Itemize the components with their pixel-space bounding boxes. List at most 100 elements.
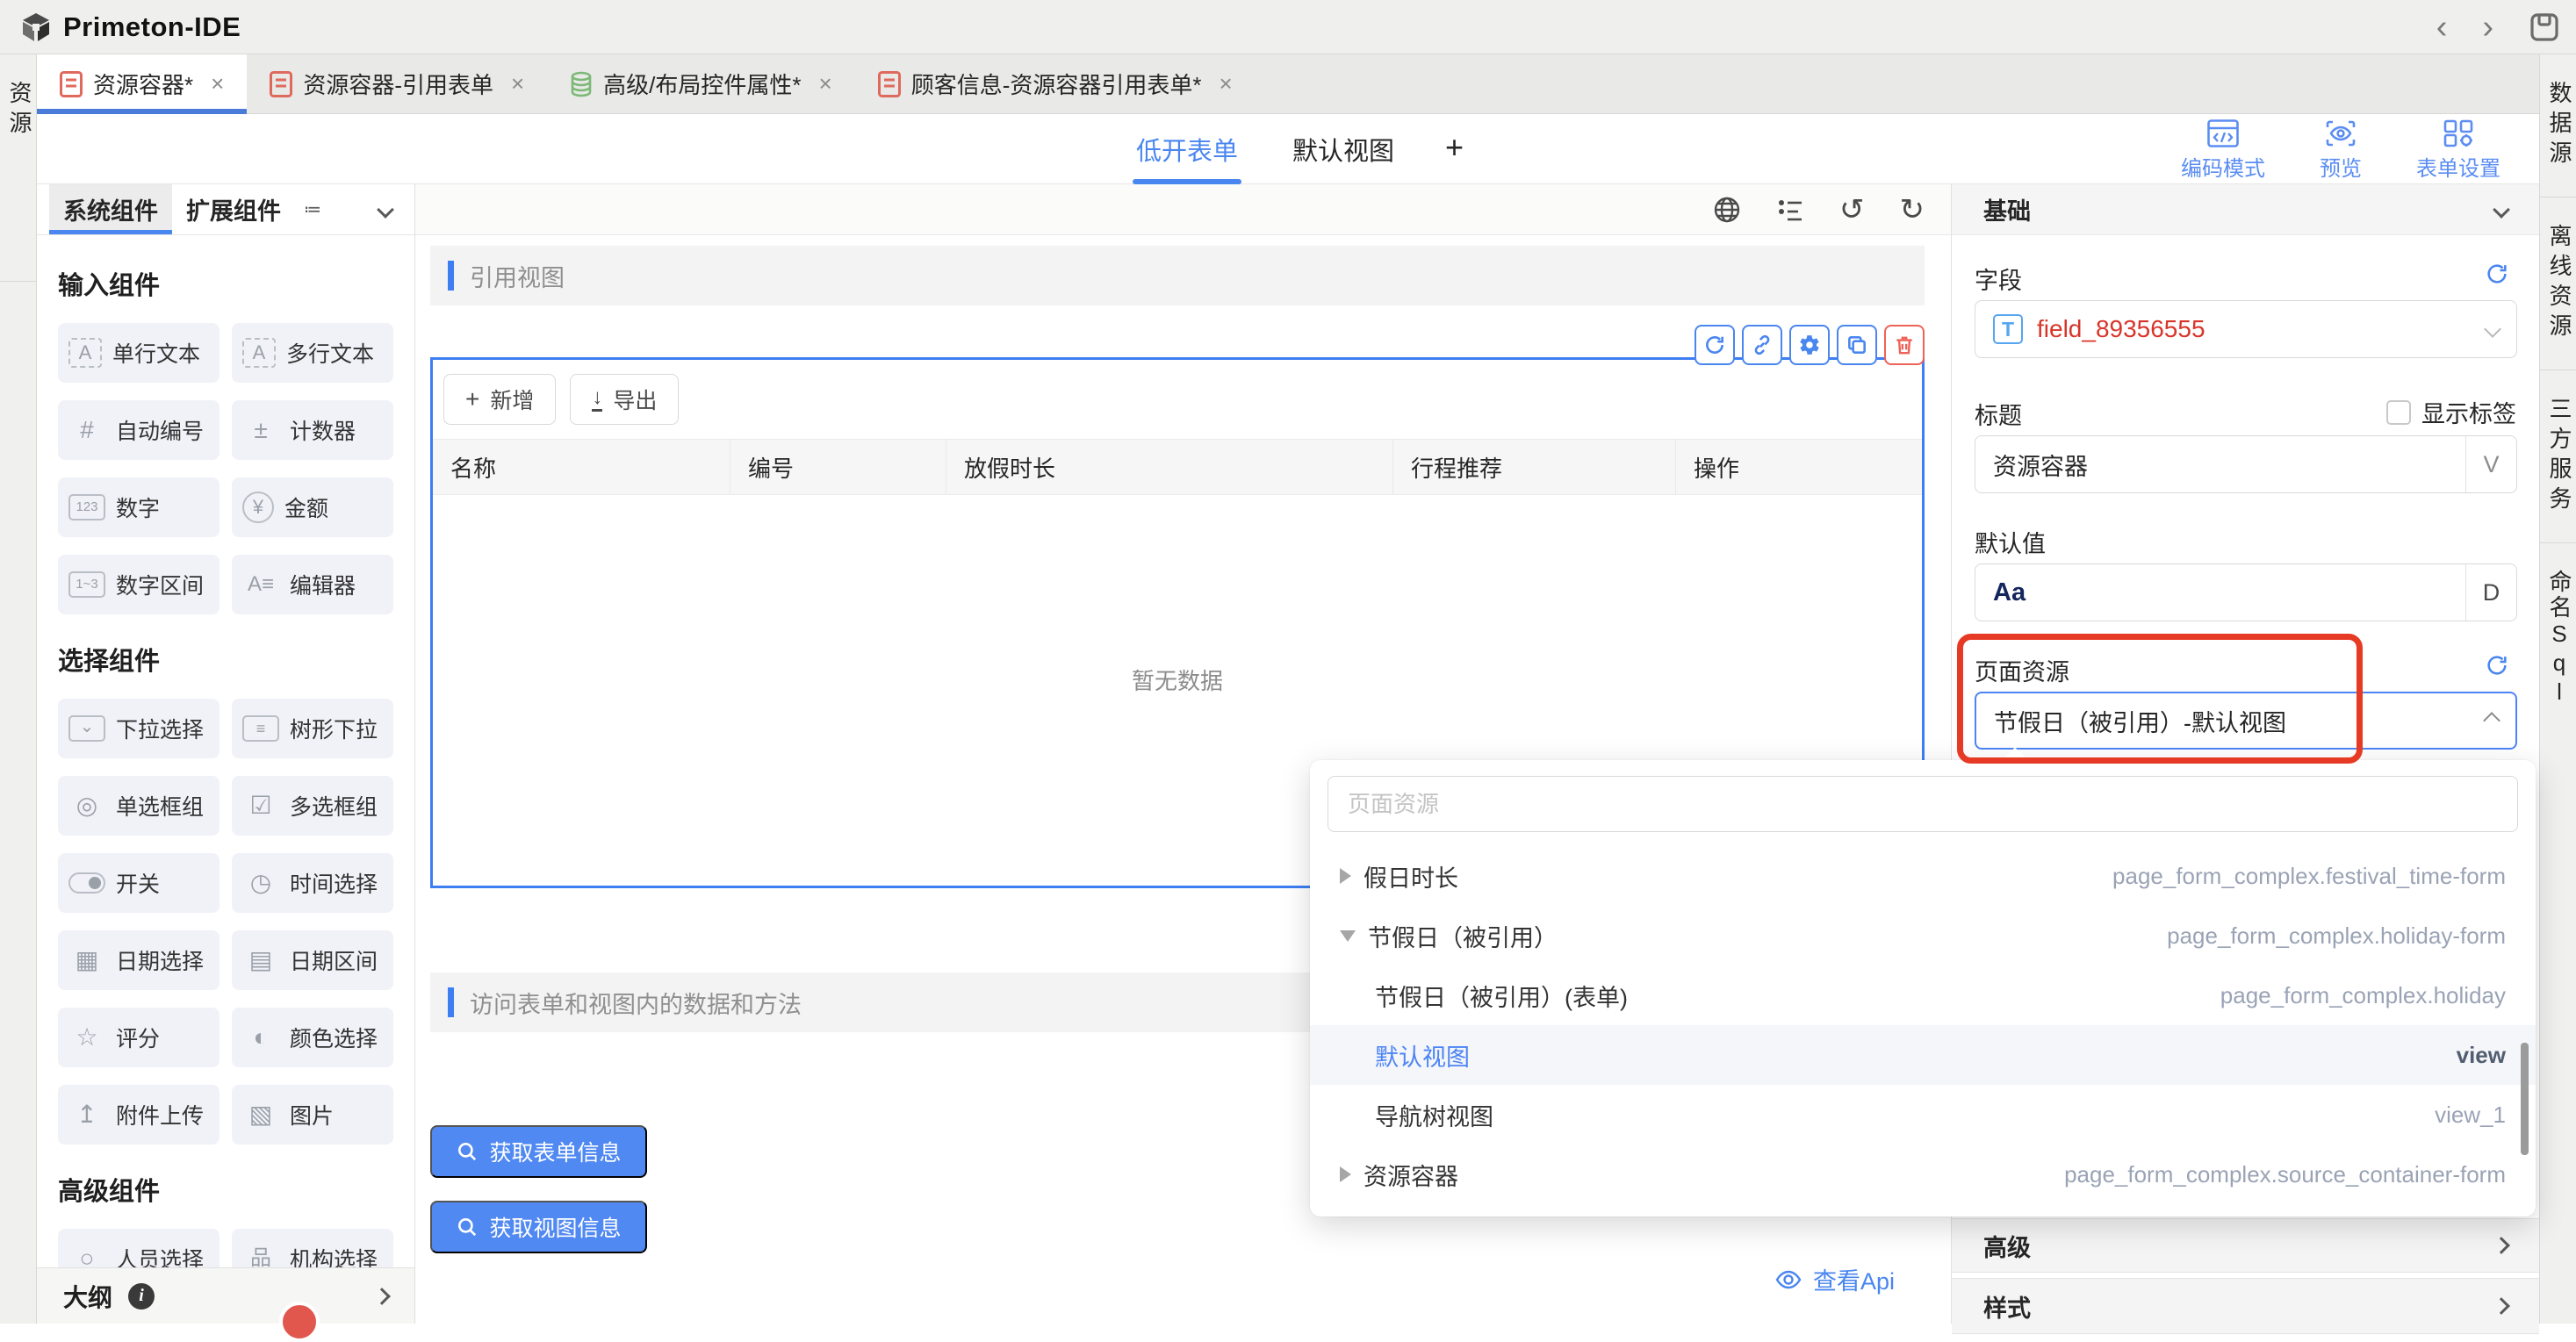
add-row-button[interactable]: +新增 [443, 374, 556, 425]
basic-group-header[interactable]: 基础 [1952, 184, 2539, 235]
app-logo-icon [19, 11, 53, 44]
nav-forward-icon[interactable]: › [2482, 11, 2493, 44]
component-date-range[interactable]: ▤日期区间 [232, 930, 393, 990]
form-settings-button[interactable]: 表单设置 [2416, 119, 2500, 182]
tree-item-resource-container[interactable]: 资源容器 page_form_complex.source_container-… [1310, 1145, 2536, 1204]
preview-button[interactable]: 预览 [2320, 119, 2362, 182]
yen-icon: ¥ [242, 492, 274, 523]
component-editor[interactable]: A≡编辑器 [232, 555, 393, 614]
list-menu-icon[interactable]: ≔ [304, 198, 321, 220]
show-label-checkbox-group[interactable]: 显示标签 [2386, 395, 2516, 429]
tree-item-holiday-duration[interactable]: 假日时长 page_form_complex.festival_time-for… [1310, 846, 2536, 906]
column-header-code: 编号 [730, 440, 946, 494]
title-suffix-button[interactable]: V [2465, 436, 2516, 492]
get-form-info-button[interactable]: 获取表单信息 [430, 1125, 647, 1178]
file-tab-resource-container-ref-form[interactable]: 资源容器-引用表单 × [247, 54, 547, 113]
upload-icon: ↥ [68, 1102, 105, 1127]
rail-item-resources[interactable]: 资源 [0, 81, 36, 140]
collapse-panel-chevron-icon[interactable] [377, 201, 394, 219]
outline-label: 大纲 [63, 1279, 112, 1314]
component-single-line-text[interactable]: A单行文本 [58, 323, 219, 383]
close-tab-icon[interactable]: × [819, 70, 832, 97]
undo-icon[interactable]: ↺ [1839, 195, 1865, 225]
component-time-picker[interactable]: ◷时间选择 [232, 853, 393, 913]
component-color-picker[interactable]: ◐颜色选择 [232, 1008, 393, 1067]
caret-collapsed-icon[interactable] [1340, 868, 1351, 884]
rail-item-named-sql[interactable]: 命名Sql [2540, 570, 2576, 707]
title-input[interactable]: 资源容器 V [1975, 435, 2517, 493]
section-title-select-components: 选择组件 [58, 641, 393, 678]
page-resource-select[interactable]: 节假日（被引用）-默认视图 [1975, 692, 2517, 750]
field-select[interactable]: T field_89356555 [1975, 300, 2517, 358]
rail-item-datasource[interactable]: 数据源 [2540, 81, 2576, 170]
component-number-range[interactable]: 1~3数字区间 [58, 555, 219, 614]
tree-item-nav-tree-view[interactable]: 导航树视图 view_1 [1310, 1085, 2536, 1145]
component-switch[interactable]: 开关 [58, 853, 219, 913]
component-radio-group[interactable]: ◎单选框组 [58, 776, 219, 836]
copy-component-icon[interactable] [1837, 325, 1877, 365]
component-number[interactable]: 123数字 [58, 477, 219, 537]
refresh-page-resource-icon[interactable] [2485, 653, 2509, 678]
outline-tree-icon[interactable] [1776, 196, 1804, 224]
tree-item-holiday-referenced[interactable]: 节假日（被引用） page_form_complex.holiday-form [1310, 906, 2536, 965]
style-group-header[interactable]: 样式 [1952, 1278, 2539, 1334]
refresh-component-icon[interactable] [1695, 325, 1735, 365]
tab-default-view[interactable]: 默认视图 [1289, 114, 1398, 184]
outline-bar[interactable]: 大纲 i [37, 1267, 415, 1324]
default-value-input[interactable]: Aa D [1975, 563, 2517, 621]
view-api-link[interactable]: 查看Api [1774, 1262, 1895, 1296]
gear-settings-icon[interactable] [1789, 325, 1830, 365]
redo-icon[interactable]: ↻ [1900, 195, 1925, 225]
checkbox-icon[interactable] [2386, 400, 2411, 425]
refresh-field-icon[interactable] [2485, 262, 2509, 286]
component-dropdown-select[interactable]: ⌄下拉选择 [58, 699, 219, 758]
tab-lowcode-form[interactable]: 低开表单 [1133, 114, 1241, 184]
advanced-group-label: 高级 [1983, 1229, 2031, 1263]
globe-icon[interactable] [1713, 196, 1741, 224]
delete-component-icon[interactable] [1884, 325, 1925, 365]
dropdown-scrollbar[interactable] [2521, 1043, 2529, 1155]
rail-item-offline-resources[interactable]: 离线资源 [2540, 224, 2576, 343]
code-mode-button[interactable]: 编码模式 [2181, 119, 2265, 182]
plus-icon: + [465, 387, 479, 412]
rail-item-thirdparty-services[interactable]: 三方服务 [2540, 397, 2576, 516]
calendar-range-icon: ▤ [242, 948, 279, 972]
save-icon[interactable] [2529, 11, 2560, 43]
tab-extension-components[interactable]: 扩展组件 [172, 184, 295, 234]
component-file-upload[interactable]: ↥附件上传 [58, 1085, 219, 1145]
component-checkbox-group[interactable]: ☑多选框组 [232, 776, 393, 836]
tree-item-holiday-form[interactable]: 节假日（被引用）(表单) page_form_complex.holiday [1310, 965, 2536, 1025]
nav-back-icon[interactable]: ‹ [2436, 11, 2448, 44]
get-view-info-button[interactable]: 获取视图信息 [430, 1201, 647, 1253]
tree-item-default-view[interactable]: 默认视图 view [1310, 1025, 2536, 1085]
caret-expanded-icon[interactable] [1340, 930, 1356, 942]
component-rating[interactable]: ☆评分 [58, 1008, 219, 1067]
export-button[interactable]: ↓导出 [570, 374, 679, 425]
canvas-toolbar: ↺ ↻ [415, 184, 1951, 235]
advanced-group-header[interactable]: 高级 [1952, 1218, 2539, 1273]
component-image[interactable]: ▧图片 [232, 1085, 393, 1145]
page-resource-search-input[interactable] [1328, 776, 2518, 832]
component-tree-dropdown[interactable]: ≡树形下拉 [232, 699, 393, 758]
plus-minus-icon: ± [242, 418, 279, 442]
caret-collapsed-icon[interactable] [1340, 1166, 1351, 1182]
text-multi-icon: A [242, 338, 276, 368]
file-tab-advanced-layout-props[interactable]: 高级/布局控件属性* × [547, 54, 855, 113]
file-tab-resource-container[interactable]: 资源容器* × [37, 54, 247, 113]
component-counter[interactable]: ±计数器 [232, 400, 393, 460]
component-amount[interactable]: ¥金额 [232, 477, 393, 537]
add-view-button[interactable]: + [1445, 129, 1464, 169]
component-multi-line-text[interactable]: A多行文本 [232, 323, 393, 383]
component-date-picker[interactable]: ▦日期选择 [58, 930, 219, 990]
close-tab-icon[interactable]: × [1219, 70, 1232, 97]
default-suffix-button[interactable]: D [2465, 564, 2516, 621]
expand-outline-chevron-icon[interactable] [373, 1288, 391, 1305]
component-auto-number[interactable]: #自动编号 [58, 400, 219, 460]
close-tab-icon[interactable]: × [211, 70, 224, 97]
link-component-icon[interactable] [1742, 325, 1782, 365]
file-tab-label: 资源容器* [93, 68, 193, 100]
close-tab-icon[interactable]: × [511, 70, 524, 97]
tab-system-components[interactable]: 系统组件 [49, 184, 172, 234]
file-tab-customer-info-ref-form[interactable]: 顾客信息-资源容器引用表单* × [855, 54, 1256, 113]
form-doc-icon [60, 71, 83, 97]
